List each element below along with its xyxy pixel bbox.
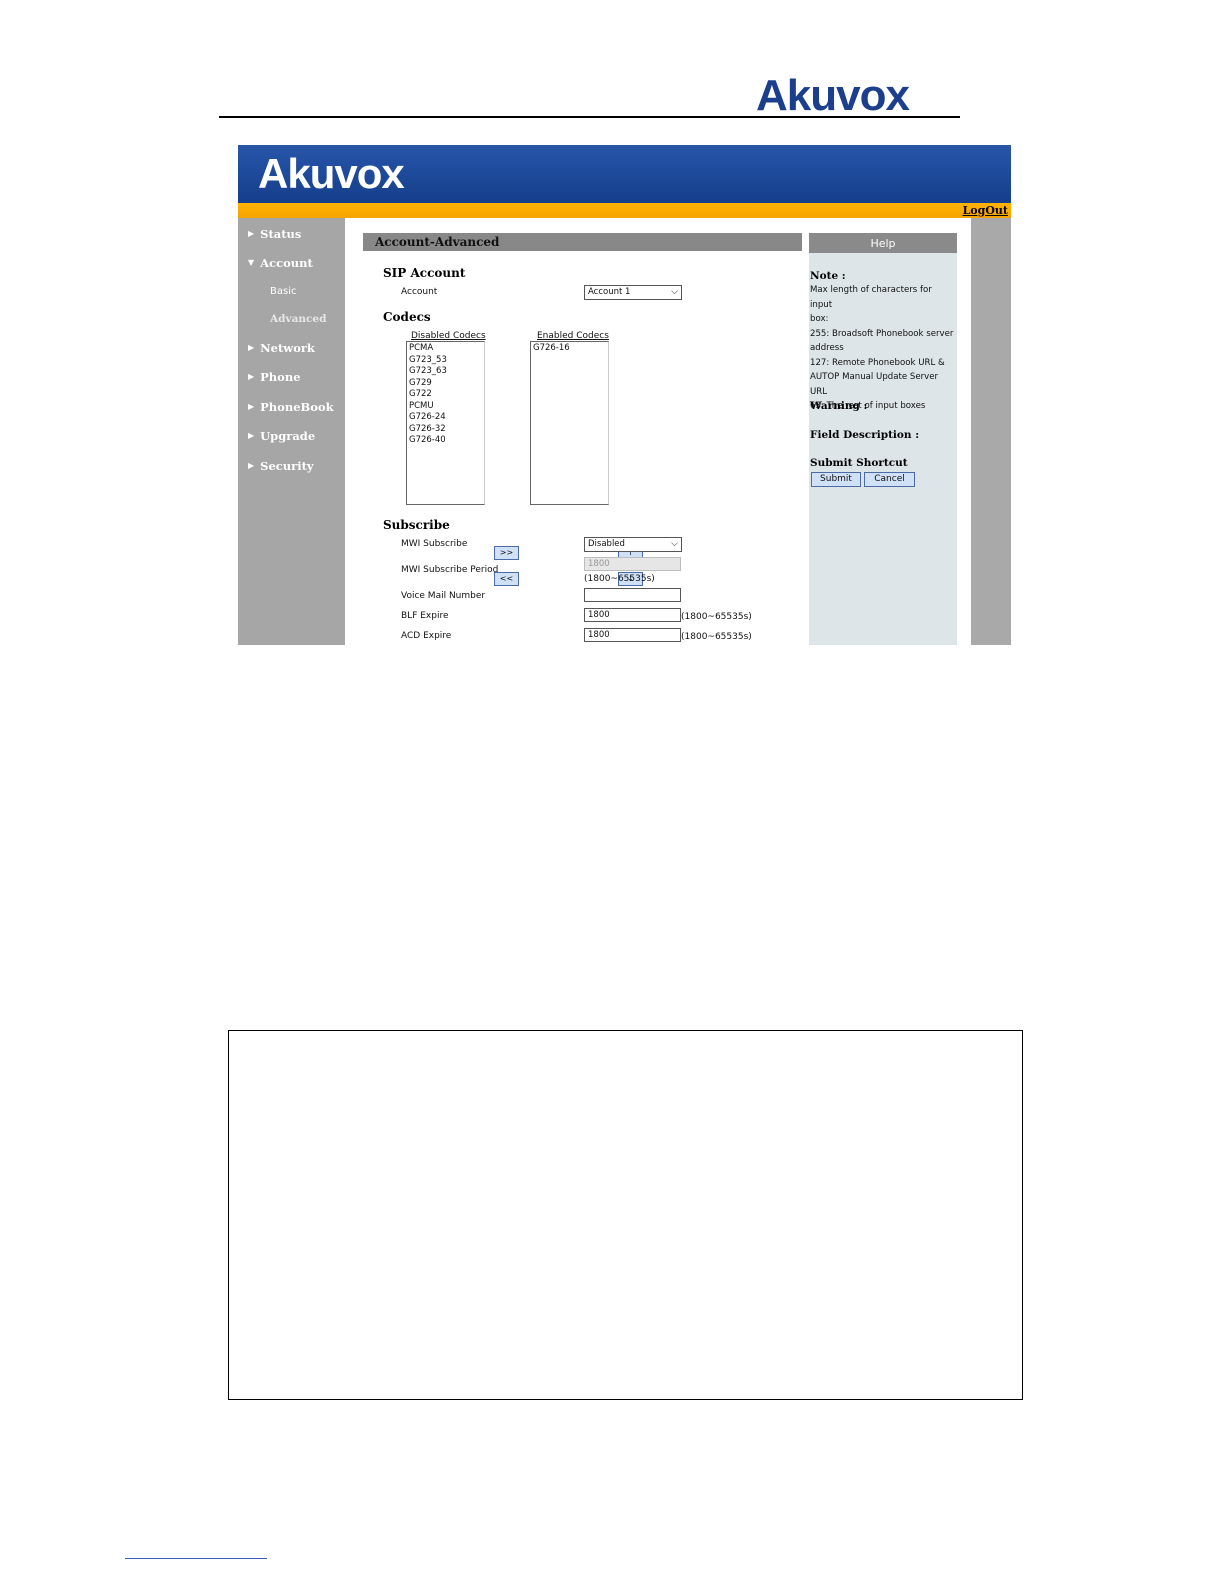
- cancel-button[interactable]: Cancel: [864, 472, 915, 487]
- enabled-codecs-title: Enabled Codecs: [537, 331, 609, 341]
- triangle-down-icon: ▼: [248, 257, 255, 267]
- list-item[interactable]: PCMA: [409, 343, 482, 355]
- blf-expire-input[interactable]: 1800: [584, 608, 681, 622]
- triangle-right-icon: ▶: [248, 401, 255, 411]
- help-note-line: 127: Remote Phonebook URL &: [810, 357, 945, 368]
- chevron-down-icon: ⌵: [671, 287, 678, 297]
- acd-expire-input[interactable]: 1800: [584, 628, 681, 642]
- triangle-right-icon: ▶: [248, 342, 255, 352]
- chevron-down-icon: ⌵: [671, 539, 678, 549]
- web-ui-screenshot: Akuvox LogOut ▶ Status ▼ Account Basic Adv…: [238, 145, 1011, 645]
- help-panel: Help Note : Max length of characters for…: [809, 233, 957, 645]
- sidebar: ▶ Status ▼ Account Basic Advanced ▶ Network…: [238, 218, 345, 645]
- sidebar-item-label: Account: [260, 256, 313, 270]
- triangle-right-icon: ▶: [248, 228, 255, 238]
- list-item[interactable]: G726-32: [409, 424, 482, 436]
- voicemail-label: Voice Mail Number: [401, 591, 486, 601]
- mwi-period-hint: (1800~65535s): [584, 574, 655, 584]
- section-codecs: Codecs: [383, 310, 431, 324]
- help-submit-shortcut-title: Submit Shortcut: [810, 457, 908, 469]
- disabled-codecs-title: Disabled Codecs: [411, 331, 486, 341]
- help-header: Help: [809, 233, 957, 253]
- account-select[interactable]: Account 1 ⌵: [584, 285, 682, 300]
- account-label: Account: [401, 287, 438, 297]
- sidebar-item-upgrade[interactable]: ▶ Upgrade: [248, 429, 315, 444]
- top-banner: Akuvox: [238, 145, 1011, 203]
- help-note-line: AUTOP Manual Update Server URL: [810, 372, 939, 397]
- empty-table-box: [228, 1030, 1023, 1400]
- sidebar-item-label: PhoneBook: [260, 400, 334, 414]
- sidebar-item-phonebook[interactable]: ▶ PhoneBook: [248, 400, 334, 415]
- mwi-subscribe-select[interactable]: Disabled ⌵: [584, 537, 682, 552]
- triangle-right-icon: ▶: [248, 460, 255, 470]
- orange-bar: [238, 203, 1011, 218]
- list-item[interactable]: PCMU: [409, 401, 482, 413]
- sidebar-item-label: Network: [260, 341, 315, 355]
- page-title: Account-Advanced: [363, 233, 802, 251]
- voicemail-input[interactable]: [584, 588, 681, 602]
- acd-expire-hint: (1800~65535s): [681, 632, 752, 642]
- mwi-subscribe-value: Disabled: [588, 539, 625, 549]
- list-item[interactable]: G726-16: [533, 343, 606, 355]
- sidebar-item-network[interactable]: ▶ Network: [248, 341, 315, 356]
- logout-link[interactable]: LogOut: [963, 204, 1008, 218]
- mwi-subscribe-label: MWI Subscribe: [401, 539, 468, 549]
- document-brand-logo: Akuvox: [756, 71, 910, 120]
- footer-link-underline: [125, 1558, 267, 1559]
- sidebar-item-status[interactable]: ▶ Status: [248, 227, 301, 242]
- help-note-line: Max length of characters for input: [810, 285, 932, 310]
- help-note-line: box:: [810, 314, 829, 324]
- mwi-period-label: MWI Subscribe Period: [401, 565, 499, 575]
- sidebar-item-account[interactable]: ▼ Account: [248, 256, 313, 271]
- list-item[interactable]: G723_63: [409, 366, 482, 378]
- sidebar-subitem-basic[interactable]: Basic: [270, 286, 296, 298]
- account-select-value: Account 1: [588, 287, 631, 297]
- submit-button[interactable]: Submit: [811, 472, 861, 487]
- blf-expire-label: BLF Expire: [401, 611, 449, 621]
- app-brand-logo: Akuvox: [258, 150, 405, 197]
- header-divider: [219, 116, 960, 118]
- help-note-text: Max length of characters for input box: …: [810, 283, 956, 414]
- disabled-codecs-list[interactable]: PCMA G723_53 G723_63 G729 G722 PCMU G726…: [406, 341, 485, 505]
- triangle-right-icon: ▶: [248, 371, 255, 381]
- help-field-description-title: Field Description :: [810, 429, 920, 441]
- section-sip-account: SIP Account: [383, 266, 466, 280]
- sidebar-item-label: Security: [260, 459, 314, 473]
- sidebar-item-phone[interactable]: ▶ Phone: [248, 370, 301, 385]
- blf-expire-hint: (1800~65535s): [681, 612, 752, 622]
- triangle-right-icon: ▶: [248, 430, 255, 440]
- list-item[interactable]: G726-40: [409, 435, 482, 447]
- move-to-enabled-button[interactable]: >>: [494, 546, 519, 560]
- section-subscribe: Subscribe: [383, 518, 450, 532]
- help-note-title: Note :: [810, 270, 846, 282]
- list-item[interactable]: G726-24: [409, 412, 482, 424]
- help-note-line: address: [810, 343, 844, 353]
- list-item[interactable]: G723_53: [409, 355, 482, 367]
- help-note-line: 255: Broadsoft Phonebook server: [810, 328, 954, 339]
- right-gutter: [971, 218, 1011, 645]
- sidebar-item-label: Status: [260, 227, 302, 241]
- list-item[interactable]: G729: [409, 378, 482, 390]
- sidebar-subitem-advanced[interactable]: Advanced: [270, 313, 326, 325]
- enabled-codecs-list[interactable]: G726-16: [530, 341, 609, 505]
- acd-expire-label: ACD Expire: [401, 631, 452, 641]
- list-item[interactable]: G722: [409, 389, 482, 401]
- mwi-period-input[interactable]: 1800: [584, 557, 681, 571]
- sidebar-item-label: Phone: [260, 370, 301, 384]
- sidebar-item-security[interactable]: ▶ Security: [248, 459, 314, 474]
- help-warning-title: Warning :: [810, 400, 868, 412]
- sidebar-item-label: Upgrade: [260, 429, 316, 443]
